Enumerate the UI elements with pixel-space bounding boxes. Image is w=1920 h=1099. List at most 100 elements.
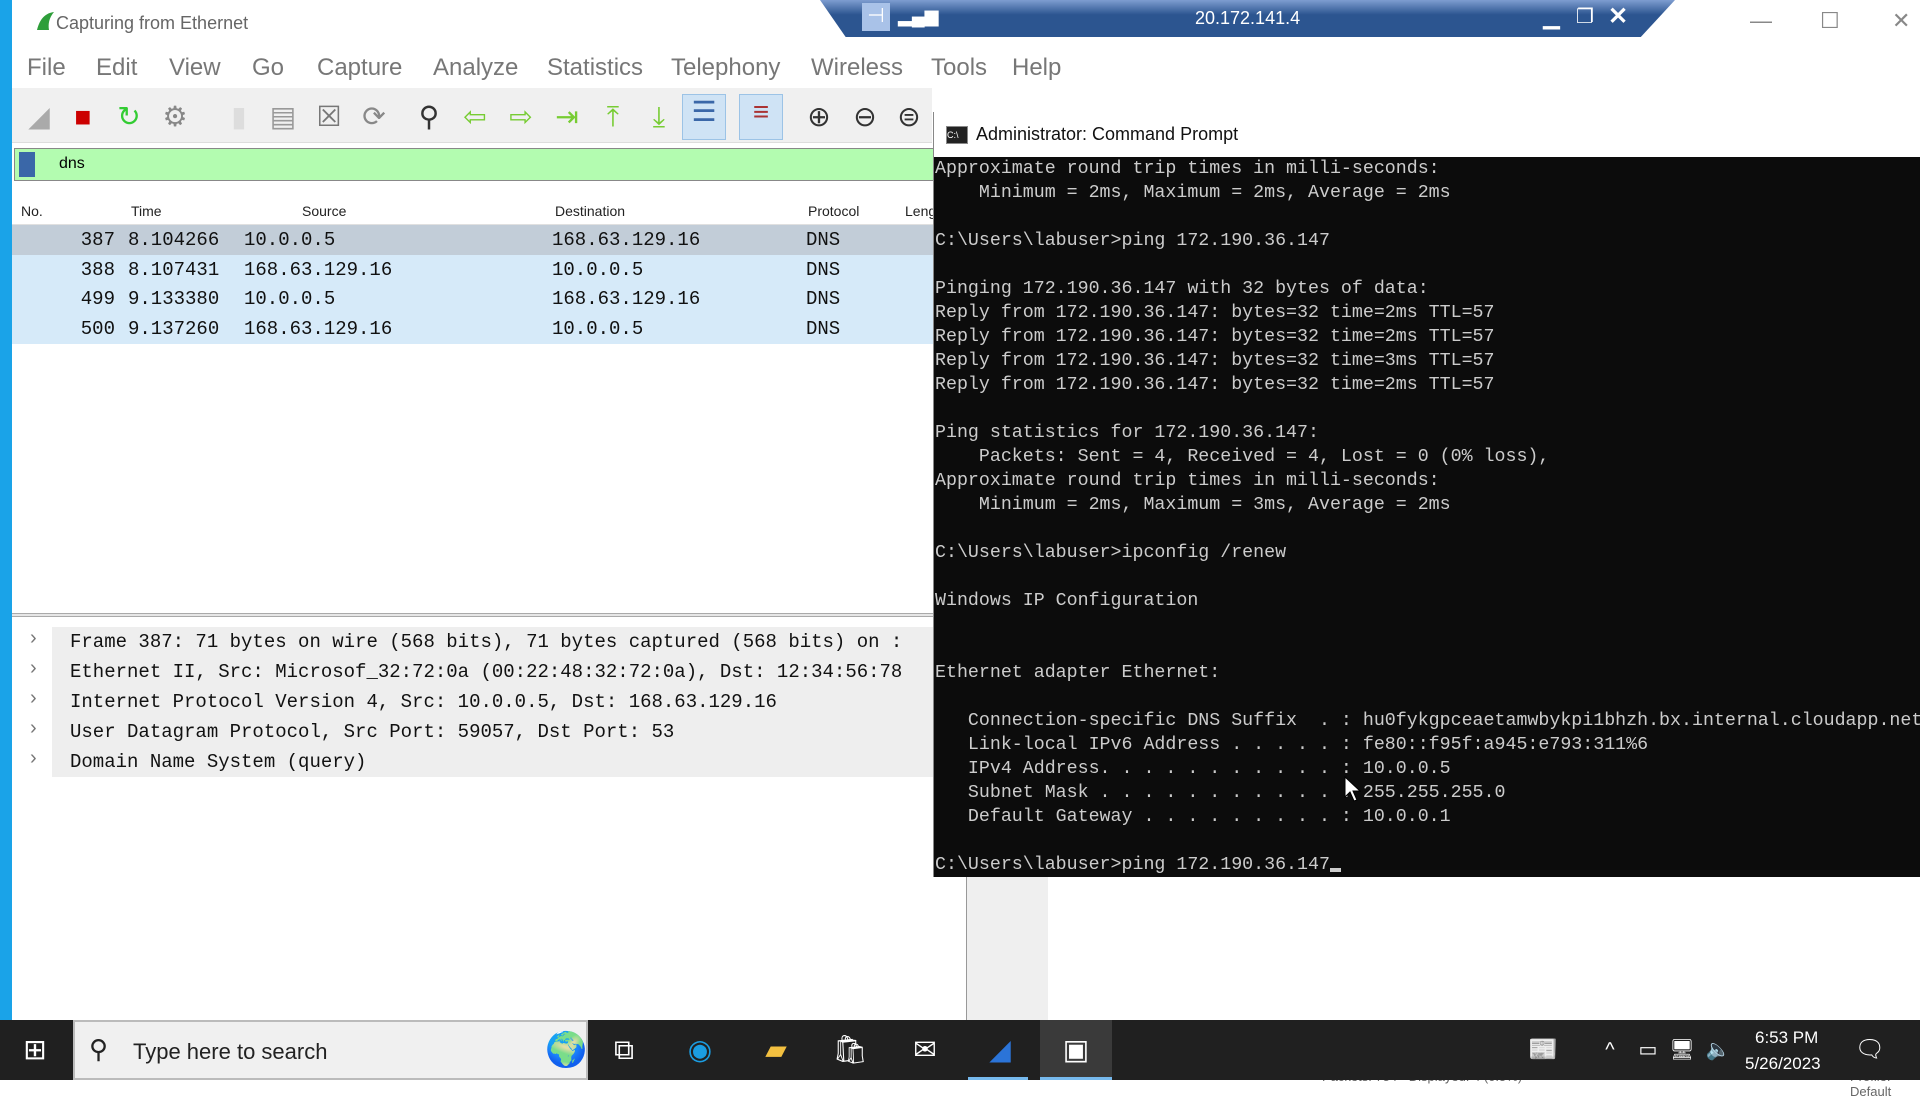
cmd-line-text: IPv4 Address. . . . . . . . . . . : 10.0… — [935, 759, 1451, 779]
packet-dst: 168.63.129.16 — [552, 229, 701, 251]
search-icon: ⚲ — [89, 1034, 109, 1064]
last-packet-icon[interactable]: ⤓ — [642, 100, 676, 134]
start-capture-icon[interactable]: ◢ — [22, 100, 56, 134]
store-icon[interactable]: 🛍 — [830, 1030, 870, 1070]
bookmark-icon[interactable] — [19, 152, 35, 177]
rdp-close-button[interactable]: ✕ — [1608, 2, 1628, 31]
stop-capture-icon[interactable]: ■ — [66, 100, 100, 134]
open-file-icon[interactable]: ▮ — [222, 100, 256, 134]
wireshark-taskbar-icon[interactable]: ◢ — [980, 1030, 1020, 1070]
pin-icon[interactable]: ⊣ — [862, 3, 890, 31]
cmd-line — [935, 613, 1920, 637]
cmd-line: Reply from 172.190.36.147: bytes=32 time… — [935, 373, 1920, 397]
menu-edit[interactable]: Edit — [96, 54, 137, 82]
cmd-line-text: Connection-specific DNS Suffix . : hu0fy… — [935, 711, 1920, 731]
network-icon[interactable]: 🖥 — [1662, 1030, 1702, 1070]
column-time[interactable]: Time — [131, 203, 162, 219]
expand-chevron-icon[interactable]: › — [30, 657, 37, 680]
minimize-button[interactable]: — — [1750, 8, 1772, 34]
edge-icon[interactable]: ◉ — [680, 1030, 720, 1070]
menu-analyze[interactable]: Analyze — [433, 54, 518, 82]
filter-value[interactable]: dns — [59, 155, 85, 173]
clock-date[interactable]: 5/26/2023 — [1745, 1054, 1821, 1074]
first-packet-icon[interactable]: ⤒ — [596, 100, 630, 134]
cmd-line: Ethernet adapter Ethernet: — [935, 661, 1920, 685]
cmd-line-text: Reply from 172.190.36.147: bytes=32 time… — [935, 375, 1495, 395]
reload-file-icon[interactable]: ⟳ — [357, 100, 391, 134]
cmd-line: C:\Users\labuser>ping 172.190.36.147 — [935, 229, 1920, 253]
zoom-out-icon[interactable]: ⊖ — [848, 100, 882, 134]
packet-src: 10.0.0.5 — [244, 288, 336, 310]
go-to-packet-icon[interactable]: ⇥ — [550, 100, 584, 134]
news-widget-icon[interactable]: 📰 — [1523, 1030, 1563, 1070]
expand-chevron-icon[interactable]: › — [30, 717, 37, 740]
maximize-button[interactable]: ☐ — [1820, 8, 1840, 34]
go-back-icon[interactable]: ⇦ — [458, 100, 492, 134]
menu-bar: File Edit View Go Capture Analyze Statis… — [12, 46, 1920, 88]
find-packet-icon[interactable]: ⚲ — [412, 100, 446, 134]
menu-file[interactable]: File — [27, 54, 66, 82]
expand-chevron-icon[interactable]: › — [30, 627, 37, 650]
capture-options-icon[interactable]: ⚙ — [158, 100, 192, 134]
cmd-line-text: Link-local IPv6 Address . . . . . : fe80… — [935, 735, 1649, 755]
close-file-icon[interactable]: ☒ — [312, 100, 346, 134]
column-no[interactable]: No. — [21, 203, 43, 219]
colorize-icon[interactable]: ≡ — [739, 94, 783, 140]
menu-tools[interactable]: Tools — [931, 54, 987, 82]
packet-src: 168.63.129.16 — [244, 317, 393, 340]
menu-capture[interactable]: Capture — [317, 54, 402, 82]
text-cursor — [1329, 868, 1341, 872]
menu-wireless[interactable]: Wireless — [811, 54, 903, 82]
column-length[interactable]: Leng — [905, 203, 936, 219]
close-button[interactable]: ✕ — [1892, 8, 1910, 34]
detail-tree-item[interactable]: Frame 387: 71 bytes on wire (568 bits), … — [52, 627, 933, 657]
detail-tree-item[interactable]: Internet Protocol Version 4, Src: 10.0.0… — [52, 687, 933, 717]
menu-help[interactable]: Help — [1012, 54, 1061, 82]
cmd-line: Reply from 172.190.36.147: bytes=32 time… — [935, 325, 1920, 349]
packet-proto: DNS — [806, 229, 841, 251]
menu-telephony[interactable]: Telephony — [671, 54, 780, 82]
autoscroll-icon[interactable]: ☰ — [682, 94, 726, 140]
detail-tree-item[interactable]: Domain Name System (query) — [52, 747, 933, 777]
start-windows-icon[interactable]: ⊞ — [15, 1030, 55, 1070]
detail-tree-item[interactable]: Ethernet II, Src: Microsof_32:72:0a (00:… — [52, 657, 933, 687]
packet-row[interactable]: 500 9.137260 168.63.129.16 10.0.0.5 DNS — [12, 313, 933, 344]
volume-icon[interactable]: 🔈 — [1698, 1030, 1738, 1070]
zoom-in-icon[interactable]: ⊕ — [802, 100, 836, 134]
rdp-restore-button[interactable]: ❐ — [1576, 4, 1594, 29]
menu-statistics[interactable]: Statistics — [547, 54, 643, 82]
taskbar-search-box[interactable]: ⚲ Type here to search 🌍 — [73, 1020, 588, 1080]
rdp-minimize-button[interactable]: ▁ — [1543, 4, 1560, 30]
column-protocol[interactable]: Protocol — [808, 203, 859, 219]
expand-chevron-icon[interactable]: › — [30, 687, 37, 710]
file-explorer-icon[interactable]: ▰ — [756, 1030, 796, 1070]
task-view-icon[interactable]: ⧉ — [604, 1030, 644, 1070]
mouse-cursor-icon — [1344, 776, 1362, 802]
restart-capture-icon[interactable]: ↻ — [112, 100, 146, 134]
detail-tree-item[interactable]: User Datagram Protocol, Src Port: 59057,… — [52, 717, 933, 747]
normal-size-icon[interactable]: ⊜ — [892, 100, 926, 134]
packet-details: › Frame 387: 71 bytes on wire (568 bits),… — [12, 617, 933, 1020]
desktop-edge — [0, 0, 12, 1080]
packet-row[interactable]: 387 8.104266 10.0.0.5 168.63.129.16 DNS — [12, 225, 933, 255]
packet-row[interactable]: 499 9.133380 10.0.0.5 168.63.129.16 DNS — [12, 284, 933, 314]
notifications-icon[interactable]: 🗨 — [1850, 1030, 1890, 1070]
display-filter-input[interactable]: dns — [14, 148, 934, 181]
cmd-line: Minimum = 2ms, Maximum = 2ms, Average = … — [935, 181, 1920, 205]
mail-icon[interactable]: ✉ — [905, 1030, 945, 1070]
menu-view[interactable]: View — [169, 54, 221, 82]
cmd-taskbar-button[interactable]: ▣ — [1040, 1020, 1112, 1080]
save-file-icon[interactable]: ▤ — [266, 100, 300, 134]
go-forward-icon[interactable]: ⇨ — [504, 100, 538, 134]
show-hidden-icons-chevron[interactable]: ^ — [1590, 1030, 1630, 1070]
column-destination[interactable]: Destination — [555, 203, 625, 219]
column-source[interactable]: Source — [302, 203, 346, 219]
window-title: Capturing from Ethernet — [56, 13, 249, 33]
packet-row[interactable]: 388 8.107431 168.63.129.16 10.0.0.5 DNS — [12, 254, 933, 285]
cmd-output[interactable]: Approximate round trip times in milli-se… — [935, 157, 1920, 877]
clock-time[interactable]: 6:53 PM — [1755, 1028, 1818, 1048]
command-prompt-window[interactable]: C:\ Administrator: Command Prompt Approx… — [933, 112, 1920, 877]
menu-go[interactable]: Go — [252, 54, 284, 82]
cmd-line-text: Reply from 172.190.36.147: bytes=32 time… — [935, 303, 1495, 323]
expand-chevron-icon[interactable]: › — [30, 747, 37, 770]
